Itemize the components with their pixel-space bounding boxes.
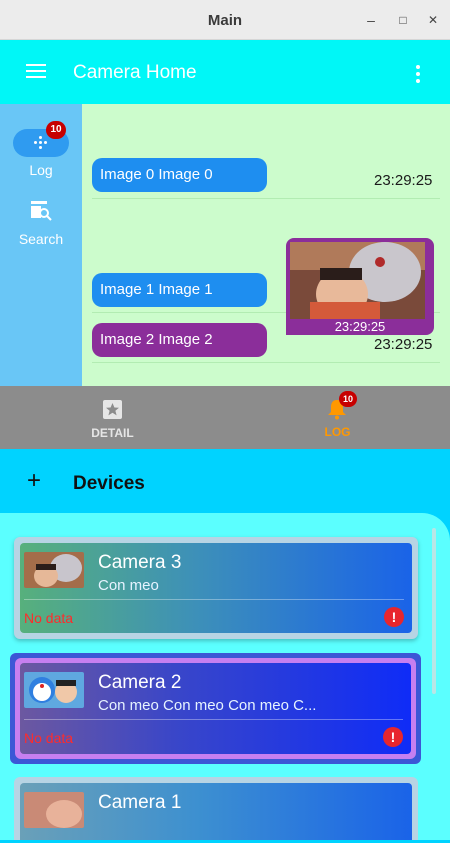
device-card-border: Camera 2 Con meo Con meo Con meo C... No… <box>15 658 416 759</box>
device-name: Camera 1 <box>98 792 182 813</box>
message-time: 23:29:25 <box>374 172 433 189</box>
message-time: 23:29:25 <box>374 336 433 353</box>
warning-icon: ! <box>384 607 404 627</box>
rail-log-badge: 10 <box>46 121 66 139</box>
bottom-navigation: DETAIL 10 LOG <box>0 386 450 449</box>
device-description: Con meo <box>98 577 159 594</box>
divider <box>92 362 440 363</box>
plus-icon[interactable]: + <box>27 469 41 493</box>
star-box-icon <box>103 400 122 419</box>
devices-panel: + Devices Camera 3 Con meo No data ! Cam… <box>0 449 450 843</box>
tab-detail[interactable]: DETAIL <box>0 386 225 449</box>
device-name: Camera 3 <box>98 552 182 573</box>
apps-dots-icon <box>34 136 48 150</box>
device-card-selected[interactable]: Camera 2 Con meo Con meo Con meo C... No… <box>10 653 421 764</box>
device-name: Camera 2 <box>98 672 182 693</box>
maximize-button[interactable]: □ <box>391 8 415 32</box>
device-thumbnail <box>24 792 84 828</box>
rail-item-log-label: Log <box>29 162 53 178</box>
device-card-body: Camera 2 Con meo Con meo Con meo C... No… <box>20 663 411 754</box>
device-thumbnail <box>24 552 84 588</box>
divider <box>24 719 403 720</box>
app-bar: Camera Home <box>0 40 450 104</box>
device-card[interactable]: Camera 3 Con meo No data ! <box>14 537 418 639</box>
image-search-icon[interactable] <box>30 200 52 222</box>
devices-header: + Devices <box>0 449 450 513</box>
device-status: No data <box>24 730 74 746</box>
image-message[interactable]: 23:29:25 <box>286 238 434 335</box>
tab-detail-label: DETAIL <box>91 426 134 440</box>
tab-log-badge: 10 <box>339 391 357 407</box>
scrollbar[interactable] <box>432 528 436 694</box>
message-bubble[interactable]: Image 0 Image 0 <box>92 158 267 192</box>
app-title: Camera Home <box>73 62 197 83</box>
divider <box>92 198 440 199</box>
device-description: Con meo Con meo Con meo C... <box>98 697 317 714</box>
hamburger-icon[interactable] <box>26 64 46 80</box>
tab-log[interactable]: 10 LOG <box>225 386 450 449</box>
divider <box>24 599 404 600</box>
device-list[interactable]: Camera 3 Con meo No data ! Camera 2 Con … <box>0 513 450 840</box>
cartoon-image <box>290 242 425 319</box>
minimize-button[interactable]: – <box>359 8 383 32</box>
device-status: No data <box>24 610 74 626</box>
window-titlebar: Main – □ ✕ <box>0 0 450 40</box>
device-thumbnail <box>24 672 84 708</box>
devices-title: Devices <box>73 473 145 494</box>
navigation-rail: 10 Log Search <box>0 104 82 386</box>
more-vertical-icon[interactable] <box>416 65 422 86</box>
tab-log-label: LOG <box>324 425 351 439</box>
message-bubble[interactable]: Image 1 Image 1 <box>92 273 267 307</box>
device-card[interactable]: Camera 1 <box>14 777 418 840</box>
image-message-time: 23:29:25 <box>334 319 386 334</box>
close-button[interactable]: ✕ <box>421 8 445 32</box>
warning-icon: ! <box>383 727 403 747</box>
device-card-body: Camera 3 Con meo No data ! <box>20 543 412 633</box>
device-card-body: Camera 1 <box>20 783 412 840</box>
rail-item-search-label[interactable]: Search <box>0 231 82 247</box>
message-bubble[interactable]: Image 2 Image 2 <box>92 323 267 357</box>
